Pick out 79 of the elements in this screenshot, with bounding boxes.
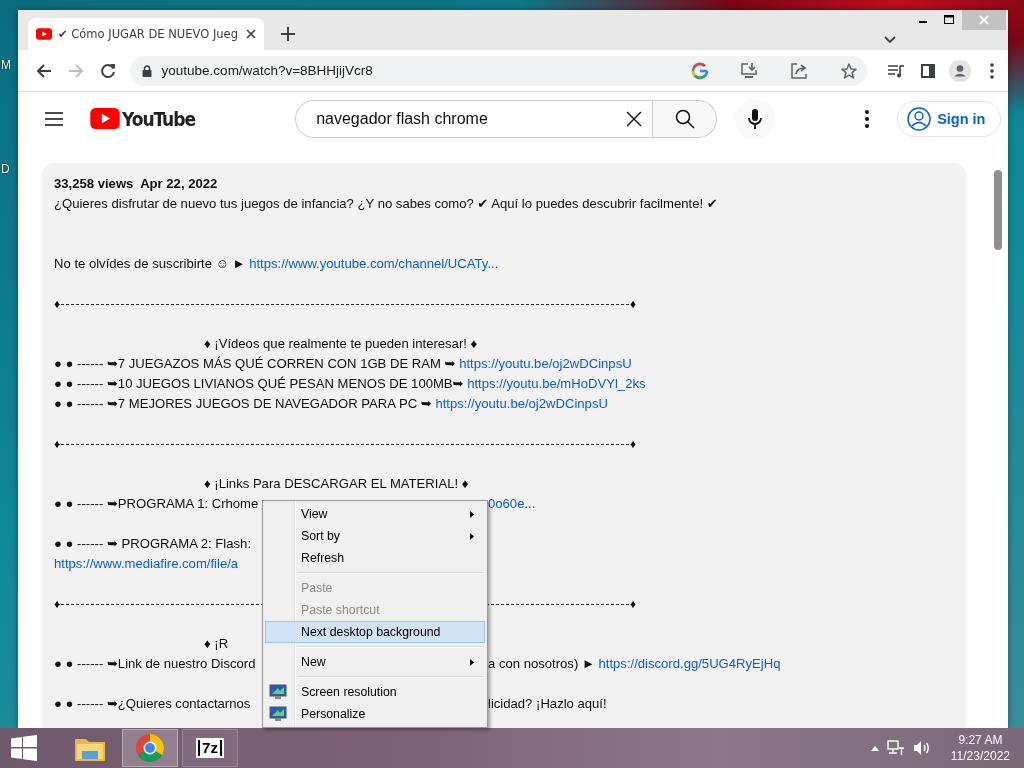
description-text: ¿Quieres disfrutar de nuevo tus juegos de infancia? ¿Y no sabes como? ✔ Aquí lo puedes descubrir facilmente! ✔ xyxy=(54,196,718,211)
desktop-icon-label: D xyxy=(1,162,10,176)
link[interactable]: https://youtu.be/mHoDVYl_2ks xyxy=(467,376,646,391)
volume-icon[interactable] xyxy=(912,740,931,756)
star-icon[interactable] xyxy=(840,62,857,79)
description-text: ● ● ------ ➥PROGRAMA 1: Crhome xyxy=(54,496,259,511)
description-text: ♦ ¡R xyxy=(204,636,229,651)
back-icon[interactable] xyxy=(35,62,52,79)
description-text: ● ● ------ ➥7 JUEGAZOS MÁS QUÉ CORREN CON 1GB DE RAM ➥ xyxy=(54,356,457,371)
menu-item[interactable]: New xyxy=(265,651,485,673)
plus-icon[interactable] xyxy=(281,27,295,41)
browser-icon xyxy=(135,733,165,763)
reload-icon[interactable] xyxy=(99,62,116,79)
description-text: ● ● ------ ➥7 MEJORES JUEGOS DE NAVEGADOR PARA PC ➥ xyxy=(54,396,433,411)
submenu-arrow-icon xyxy=(470,511,474,518)
play-icon xyxy=(36,28,52,40)
microphone-icon xyxy=(748,108,763,129)
maximize-icon[interactable] xyxy=(944,15,954,25)
monitor-icon xyxy=(269,684,287,700)
submenu-arrow-icon xyxy=(470,659,474,666)
link[interactable]: https://www.mediafire.com/file/a xyxy=(54,556,239,571)
search-button[interactable] xyxy=(653,99,718,138)
link[interactable]: https://discord.gg/5UG4RyEjHq xyxy=(598,656,781,671)
sign-in-button[interactable]: Sign in xyxy=(897,100,1002,137)
description-text: a con nosotros) ► xyxy=(488,656,596,671)
address-bar[interactable]: youtube.com/watch?v=8BHHjijVcr8 xyxy=(129,55,867,86)
diamond-text: ♦ xyxy=(629,297,636,311)
play-icon xyxy=(90,108,120,129)
description-text: No te olvídes de suscribirte ☺ ► xyxy=(54,256,247,271)
person-icon xyxy=(907,106,932,131)
install-icon[interactable] xyxy=(740,62,759,79)
tab-title: ✔ Cómo JUGAR DE NUEVO Jueg xyxy=(58,27,239,41)
description-text: ● ● ------ ➥10 JUEGOS LIVIANOS QUÉ PESAN MENOS DE 100MB➥ xyxy=(54,376,465,391)
url-text: youtube.com/watch?v=8BHHjijVcr8 xyxy=(161,63,374,78)
menu-item[interactable]: Refresh xyxy=(265,547,485,569)
description-text: ● ● ------ ➥¿Quieres contactarnos xyxy=(54,696,251,711)
close-icon xyxy=(979,15,989,25)
diamond-text: ♦ xyxy=(629,597,636,611)
share-icon[interactable] xyxy=(790,62,809,79)
close-icon[interactable] xyxy=(246,29,256,39)
diamond-text: ♦ xyxy=(54,297,61,311)
scrollbar-thumb[interactable] xyxy=(994,170,1002,250)
clock[interactable]: 9:27 AM 11/23/2022 xyxy=(950,732,1010,764)
description-text: licidad? ¡Hazlo aquí! xyxy=(488,696,607,711)
link[interactable]: https://youtu.be/oj2wDCinpsU xyxy=(435,396,608,411)
description-text: ● ● ------ ➥ PROGRAMA 2: Flash: xyxy=(54,536,252,551)
google-icon[interactable] xyxy=(690,61,709,80)
logo-text[interactable]: YouTube xyxy=(122,107,196,130)
menu-item[interactable]: Sort by xyxy=(265,525,485,547)
diamond-text: ♦ xyxy=(54,437,61,451)
clock-date: 11/23/2022 xyxy=(950,748,1010,764)
caret-up-icon[interactable] xyxy=(870,745,879,751)
monitor-icon xyxy=(269,706,287,722)
menu-item[interactable]: Personalize xyxy=(265,703,485,725)
chevron-down-icon[interactable] xyxy=(884,36,896,44)
description-text: ♦ ¡Vídeos que realmente te pueden interesar! ♦ xyxy=(204,336,478,351)
archiver-logo: 7z xyxy=(196,738,224,758)
link[interactable]: 0o60e... xyxy=(488,496,536,511)
taskbar-button[interactable]: 7z xyxy=(182,729,238,767)
clock-time: 9:27 AM xyxy=(958,732,1003,748)
submenu-arrow-icon xyxy=(470,533,474,540)
diamond-text: ♦ xyxy=(54,597,61,611)
search-icon xyxy=(674,108,695,129)
browser-tab[interactable]: ✔ Cómo JUGAR DE NUEVO Jueg xyxy=(28,18,264,50)
link[interactable]: https://www.youtube.com/channel/UCATy... xyxy=(249,256,499,271)
description-text: ● ● ------ ➥Link de nuestro Discord xyxy=(54,656,256,671)
menu-item[interactable]: Next desktop background xyxy=(265,621,485,643)
desktop-icon-label: M xyxy=(1,58,11,72)
description-text: ♦ ¡Links Para DESCARGAR EL MATERIAL! ♦ xyxy=(204,476,469,491)
video-stats: 33,258 views Apr 22, 2022 xyxy=(54,175,219,193)
link[interactable]: https://youtu.be/oj2wDCinpsU xyxy=(459,356,632,371)
clear-icon[interactable] xyxy=(626,110,643,127)
search-query: navegador flash chrome xyxy=(316,109,489,128)
network-icon[interactable] xyxy=(886,740,905,756)
diamond-text: ♦ xyxy=(629,437,636,451)
menu-item[interactable]: View xyxy=(265,503,485,525)
taskbar-button[interactable] xyxy=(122,729,178,767)
lock-icon xyxy=(141,64,152,77)
menu-item[interactable]: Screen resolution xyxy=(265,681,485,703)
